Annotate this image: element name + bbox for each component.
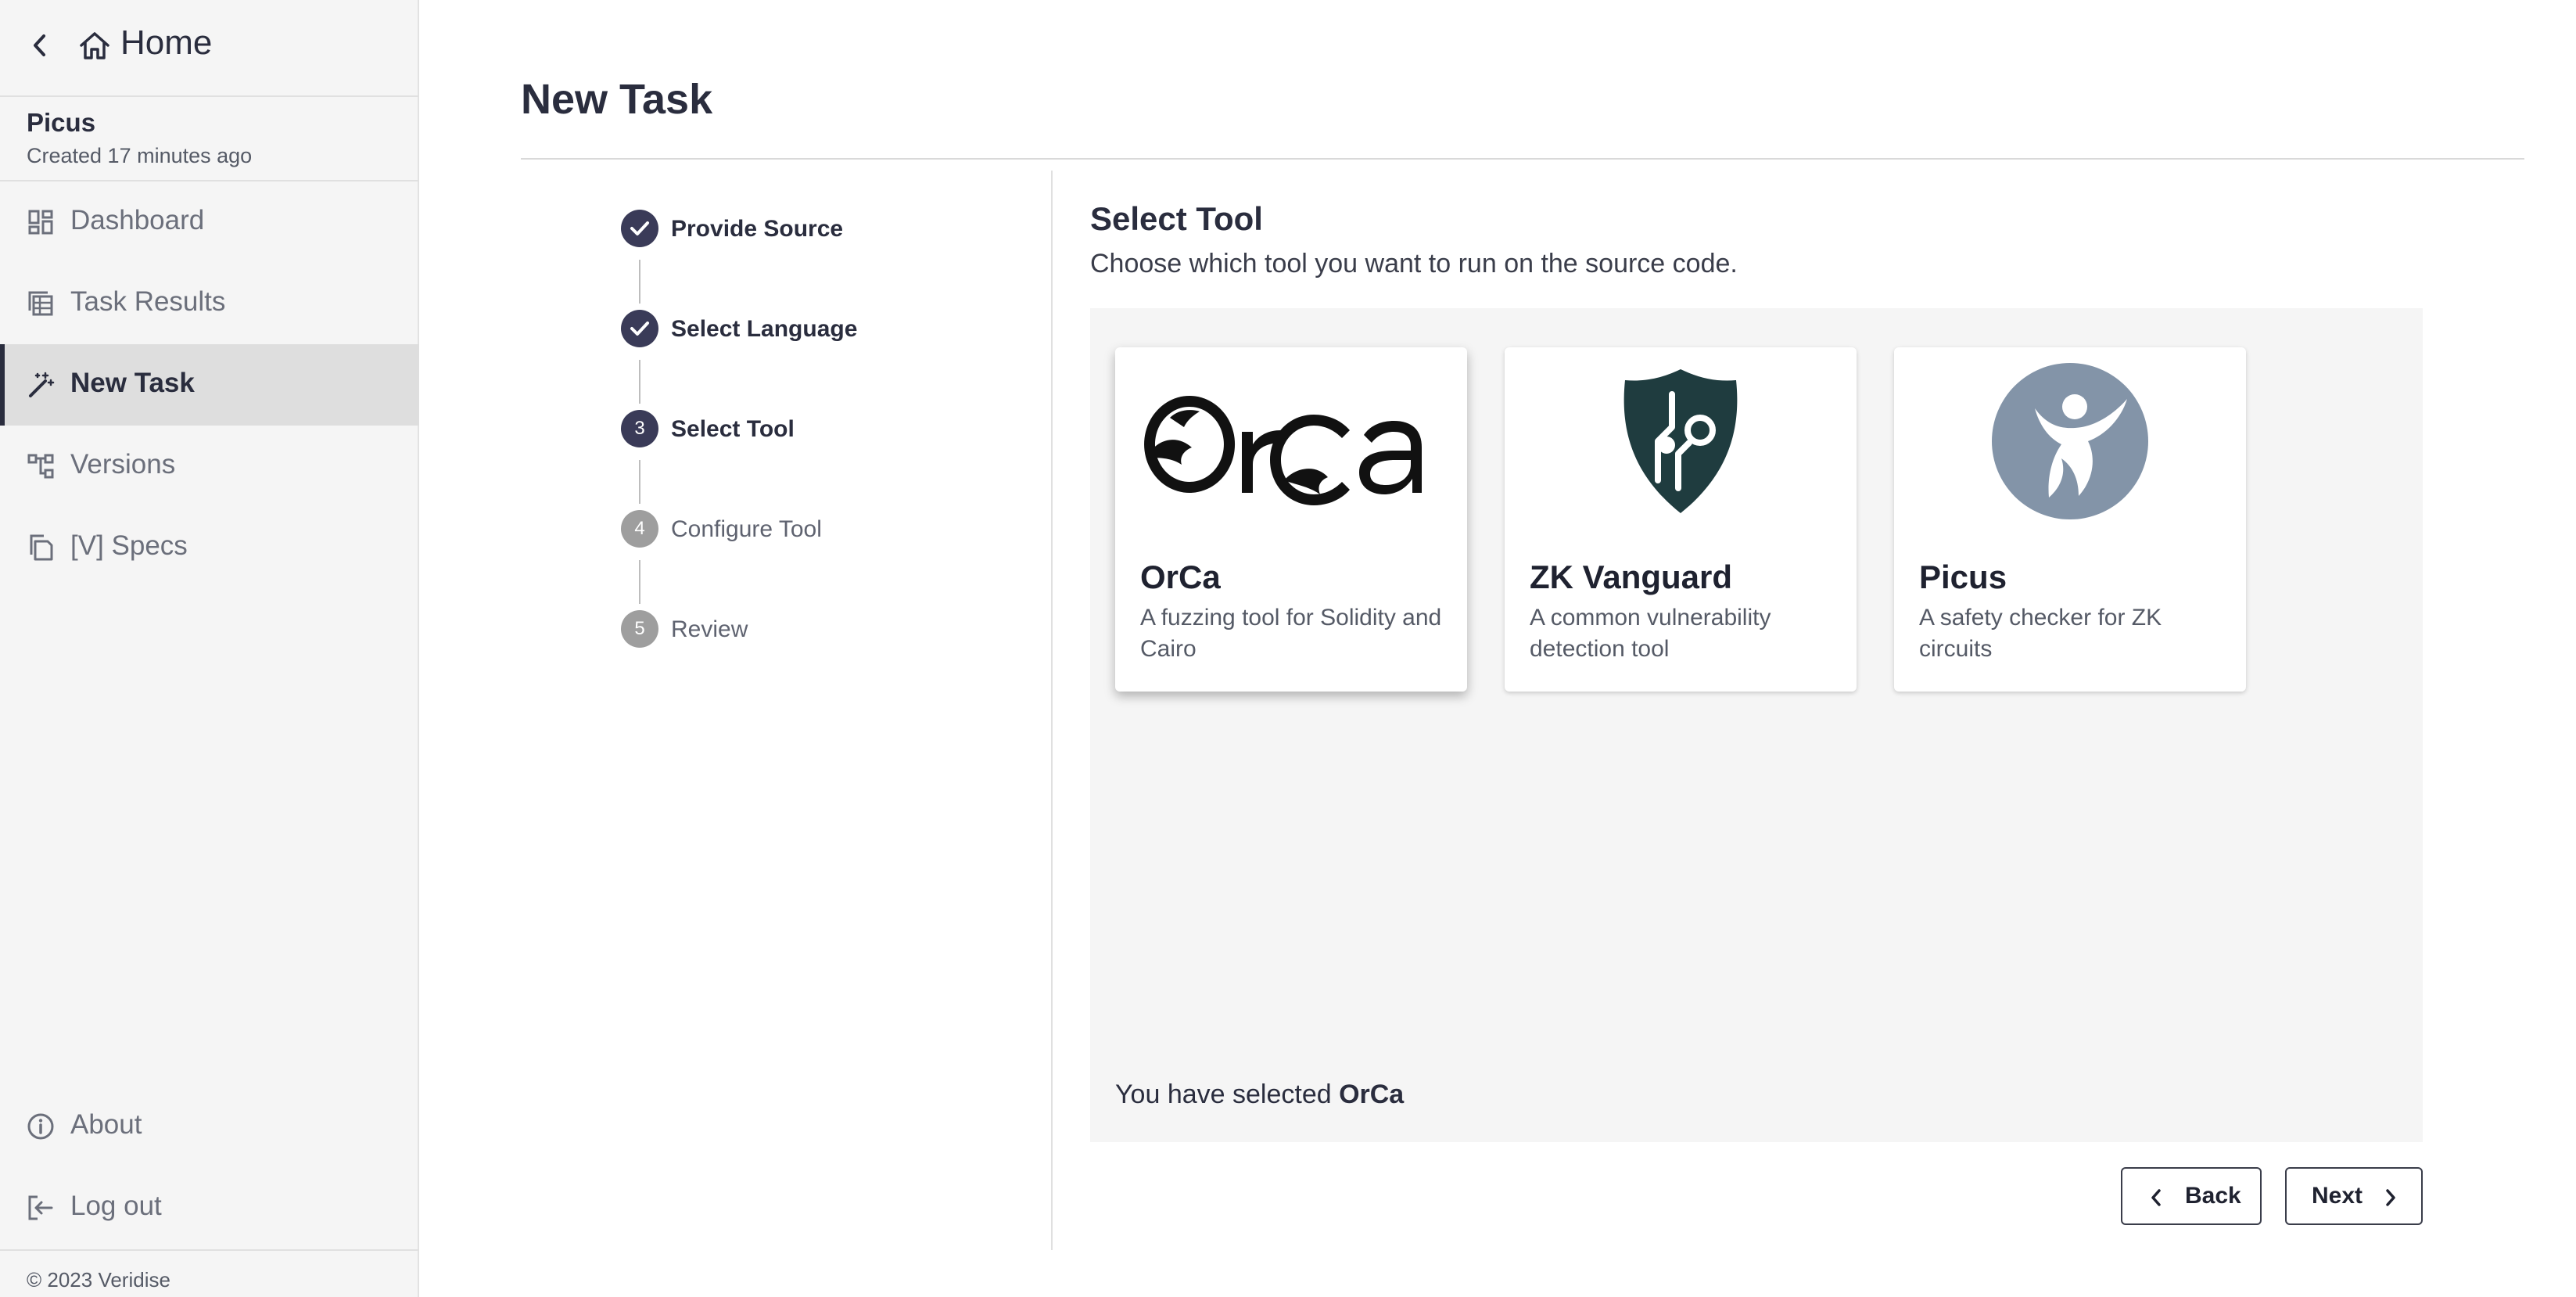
divider xyxy=(521,158,2524,160)
step-review[interactable]: 5 Review xyxy=(621,610,1012,649)
logout-icon xyxy=(28,1195,53,1220)
section-title: Select Tool xyxy=(1090,200,1263,237)
task-results-icon xyxy=(28,291,53,316)
step-done-indicator xyxy=(621,210,658,247)
sidebar-item-label: Task Results xyxy=(70,286,226,317)
back-button-label: Back xyxy=(2185,1183,2241,1209)
tool-description: A safety checker for ZK circuits xyxy=(1919,605,2162,662)
step-select-language[interactable]: Select Language xyxy=(621,310,1012,349)
stepper: Provide Source Select Language 3 Select … xyxy=(621,210,1012,648)
sidebar-item-logout[interactable]: Log out xyxy=(0,1167,419,1248)
step-done-indicator xyxy=(621,310,658,347)
chevron-left-icon[interactable] xyxy=(28,31,52,59)
home-icon xyxy=(80,32,109,59)
zk-vanguard-shield-logo xyxy=(1623,369,1738,513)
dashboard-icon xyxy=(28,210,53,235)
sidebar: Home Picus Created 17 minutes ago Dashbo… xyxy=(0,0,419,1297)
step-connector xyxy=(639,260,640,304)
step-label: Review xyxy=(671,616,748,642)
tool-card-picus[interactable]: Picus A safety checker for ZK circuits xyxy=(1894,347,2246,692)
check-icon xyxy=(630,322,649,336)
chevron-left-icon xyxy=(2151,1189,2161,1206)
copyright: © 2023 Veridise xyxy=(27,1268,170,1292)
check-icon xyxy=(630,221,649,235)
step-label: Select Language xyxy=(671,316,858,342)
home-label[interactable]: Home xyxy=(120,23,212,63)
sidebar-item-task-results[interactable]: Task Results xyxy=(0,263,419,344)
home-link[interactable]: Home xyxy=(0,0,419,97)
tool-name: Picus xyxy=(1919,559,2007,595)
tool-card-zk-vanguard[interactable]: ZK Vanguard A common vulnerability detec… xyxy=(1505,347,1857,692)
sidebar-footer: © 2023 Veridise xyxy=(0,1249,419,1297)
selection-status: You have selected OrCa xyxy=(1115,1080,1404,1110)
chevron-right-icon xyxy=(2386,1189,2395,1206)
sidebar-item-label: Versions xyxy=(70,449,176,480)
step-label: Provide Source xyxy=(671,216,844,242)
next-button[interactable]: Next xyxy=(2285,1167,2423,1225)
project-created: Created 17 minutes ago xyxy=(27,144,253,167)
step-label: Configure Tool xyxy=(671,516,822,542)
sidebar-item-specs[interactable]: [V] Specs xyxy=(0,507,419,588)
step-number: 3 xyxy=(621,410,658,447)
tool-description: A common vulnerability detection tool xyxy=(1530,605,1771,662)
project-info: Picus Created 17 minutes ago xyxy=(0,99,419,181)
sidebar-item-label: [V] Specs xyxy=(70,530,188,561)
sidebar-item-new-task[interactable]: New Task xyxy=(0,344,419,426)
specs-icon xyxy=(30,534,53,561)
sidebar-item-dashboard[interactable]: Dashboard xyxy=(0,181,419,263)
step-label: Select Tool xyxy=(671,416,795,442)
orca-logo xyxy=(1144,396,1422,505)
sidebar-item-label: Log out xyxy=(70,1191,162,1221)
step-configure-tool[interactable]: 4 Configure Tool xyxy=(621,510,1012,549)
sidebar-item-label: New Task xyxy=(70,368,195,398)
magic-wand-icon xyxy=(29,372,55,397)
step-number: 5 xyxy=(621,610,658,648)
sidebar-item-label: Dashboard xyxy=(70,205,205,235)
sidebar-item-label: About xyxy=(70,1109,142,1140)
step-select-tool[interactable]: 3 Select Tool xyxy=(621,410,1012,449)
picus-figure-logo xyxy=(1992,363,2148,519)
sidebar-item-versions[interactable]: Versions xyxy=(0,426,419,507)
step-connector xyxy=(639,360,640,404)
tool-description: A fuzzing tool for Solidity and Cairo xyxy=(1140,605,1442,662)
project-name: Picus xyxy=(27,108,96,137)
back-button[interactable]: Back xyxy=(2121,1167,2262,1225)
selection-prefix: You have selected xyxy=(1115,1080,1340,1109)
tool-name: ZK Vanguard xyxy=(1530,559,1733,595)
section-subtitle: Choose which tool you want to run on the… xyxy=(1090,249,1738,278)
versions-icon xyxy=(27,454,54,479)
step-connector xyxy=(639,460,640,504)
vertical-divider xyxy=(1051,171,1053,1250)
page-title: New Task xyxy=(521,76,713,123)
sidebar-item-about[interactable]: About xyxy=(0,1086,419,1167)
selected-tool-name: OrCa xyxy=(1339,1080,1405,1109)
tool-card-orca[interactable]: OrCa A fuzzing tool for Solidity and Cai… xyxy=(1115,347,1467,692)
info-icon xyxy=(27,1113,54,1140)
step-number: 4 xyxy=(621,510,658,548)
tool-name: OrCa xyxy=(1140,559,1221,595)
next-button-label: Next xyxy=(2312,1183,2363,1209)
step-provide-source[interactable]: Provide Source xyxy=(621,210,1012,249)
step-connector xyxy=(639,560,640,604)
